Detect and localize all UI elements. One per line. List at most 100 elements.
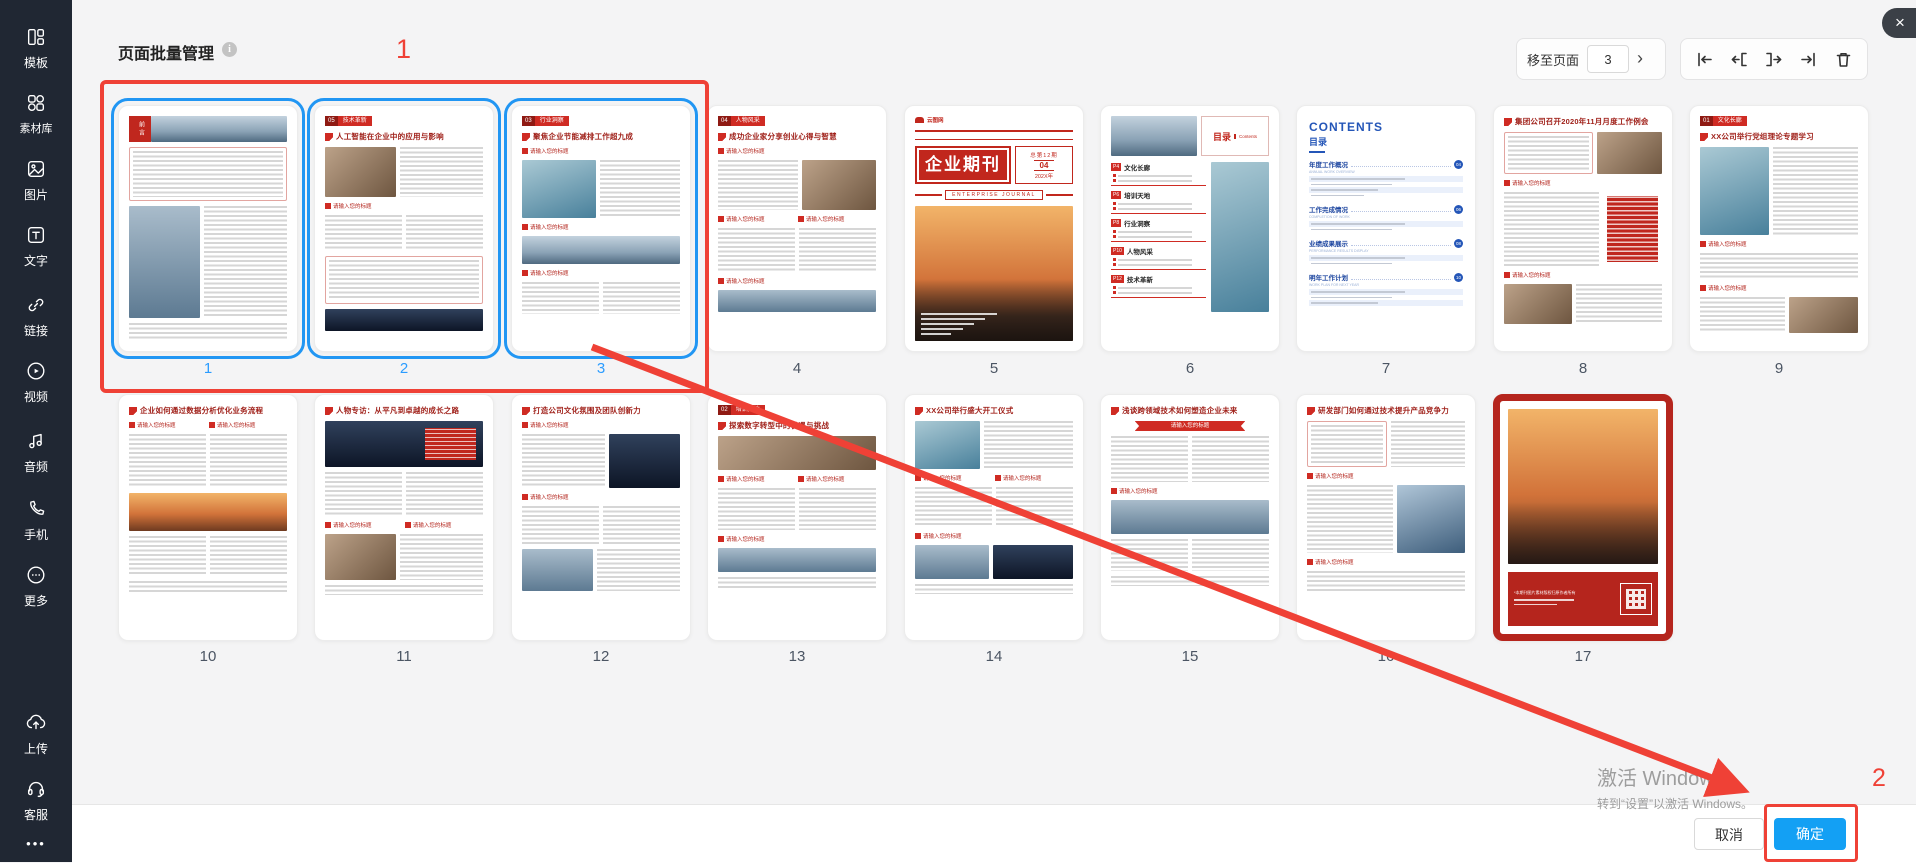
cancel-button[interactable]: 取消 [1694, 818, 1764, 850]
page-thumbnail-4[interactable]: 04人物风采成功企业家分享创业心得与智慧请输入您的标题请输入您的标题请输入您的标… [707, 105, 887, 352]
move-forward-icon [1767, 53, 1781, 65]
thumb-subheading: 请输入您的标题 [718, 475, 794, 483]
thumb-photo-overlay [325, 421, 483, 467]
thumb-text-lines [210, 434, 287, 488]
page-thumbnail-2[interactable]: 05技术革新人工智能在企业中的应用与影响请输入您的标题 [314, 105, 494, 352]
toc-item[interactable]: P4文化长廊 [1111, 162, 1206, 186]
contents-row [1309, 261, 1463, 267]
thumb-subheading: 请输入您的标题 [718, 277, 876, 285]
thumb-columns [718, 488, 876, 530]
thumb-subheading: 请输入您的标题 [522, 269, 680, 277]
subheading-icon [1307, 559, 1313, 565]
bullet [1113, 230, 1116, 233]
thumb-columns [325, 215, 483, 251]
badge-number: 02 [718, 405, 731, 415]
sidebar-item-link[interactable]: 链接 [0, 294, 72, 338]
thumb-text-lines [1111, 436, 1188, 482]
sidebar-item-phone[interactable]: 手机 [0, 498, 72, 542]
thumb-row [1307, 421, 1465, 467]
page-thumbnail-13[interactable]: 02培训天地探索数字转型中的机遇与挑战请输入您的标题请输入您的标题请输入您的标题 [707, 394, 887, 641]
sidebar-item-label: 客服 [0, 808, 72, 822]
sidebar-item-assets[interactable]: 素材库 [0, 92, 72, 136]
note-line [1514, 604, 1557, 606]
sidebar-item-image[interactable]: 图片 [0, 158, 72, 202]
thumb-photo [522, 160, 596, 218]
toc-banner: 目录Contents [1111, 116, 1269, 156]
subheading-text: 请输入您的标题 [1512, 271, 1551, 279]
confirm-button[interactable]: 确定 [1774, 818, 1846, 850]
sidebar-more-dots[interactable]: ••• [0, 836, 72, 851]
thumb-text-lines [1192, 539, 1269, 571]
video-icon [25, 360, 47, 382]
thumb-row [915, 545, 1073, 579]
page-thumbnail-9[interactable]: 01文化长廊XX公司举行党组理论专题学习请输入您的标题请输入您的标题 [1689, 105, 1869, 352]
contents-subtitle: 目录 [1309, 135, 1463, 148]
move-to-page-label: 移至页面 [1527, 50, 1579, 69]
page-thumbnail-17[interactable]: *本期刊图片素材版权归原作者所有 [1493, 394, 1673, 641]
thumb-row [718, 160, 876, 210]
subheading-text: 请输入您的标题 [530, 421, 569, 429]
toc-item[interactable]: P10人物风采 [1111, 246, 1206, 270]
sidebar-item-audio[interactable]: 音频 [0, 430, 72, 474]
sidebar-item-video[interactable]: 视频 [0, 360, 72, 404]
thumb-subheading: 请输入您的标题 [995, 474, 1071, 482]
move-to-first-button[interactable] [1691, 46, 1717, 72]
info-icon[interactable]: i [222, 42, 237, 57]
sidebar-item-upload[interactable]: 上传 [0, 712, 72, 756]
page-thumbnail-6[interactable]: 目录Contents P4文化长廊 P6培训天地 P8行业洞察 P10人物风采 P12技术… [1100, 105, 1280, 352]
subheading-icon [718, 216, 724, 222]
thumb-columns [325, 472, 483, 516]
thumb-subheading: 请输入您的标题 [405, 521, 481, 529]
subheading-icon [915, 533, 921, 539]
sidebar-item-service[interactable]: 客服 [0, 778, 72, 822]
cover-subtitle: ENTERPRISE JOURNAL [945, 190, 1043, 200]
page-number-input[interactable] [1587, 45, 1629, 73]
thumb-text-lines [603, 282, 680, 314]
sidebar-item-template[interactable]: 模板 [0, 26, 72, 70]
page-thumbnail-16[interactable]: 研发部门如何通过技术提升产品竞争力请输入您的标题请输入您的标题 [1296, 394, 1476, 641]
toc-item[interactable]: P12技术革新 [1111, 274, 1206, 298]
thumb-title: 聚焦企业节能减排工作超九成 [522, 131, 680, 142]
entry-line [1311, 178, 1405, 180]
subheading-text: 请输入您的标题 [1512, 179, 1551, 187]
delete-button[interactable] [1831, 46, 1857, 72]
subheading-icon [129, 422, 135, 428]
thumb-text-lines [406, 215, 483, 251]
thumb-row [1504, 132, 1662, 174]
close-button[interactable]: × [1882, 8, 1916, 38]
entry-line [1118, 292, 1192, 294]
page-thumbnail-7[interactable]: CONTENTS目录年度工作概况04ANNUAL WORK OVERVIEW工作… [1296, 105, 1476, 352]
doc-icon [718, 422, 726, 430]
page-thumbnail-11[interactable]: 人物专访：从平凡到卓越的成长之路请输入您的标题请输入您的标题 [314, 394, 494, 641]
page-thumbnail-10[interactable]: 企业如何通过数据分析优化业务流程请输入您的标题请输入您的标题 [118, 394, 298, 641]
subheading-text: 请输入您的标题 [530, 269, 569, 277]
move-to-last-button[interactable] [1796, 46, 1822, 72]
subheading-icon [718, 148, 724, 154]
sidebar-item-more[interactable]: 更多 [0, 564, 72, 608]
sidebar-item-text[interactable]: 文字 [0, 224, 72, 268]
move-backward-button[interactable] [1726, 46, 1752, 72]
page-thumbnail-14[interactable]: XX公司举行盛大开工仪式请输入您的标题请输入您的标题请输入您的标题 [904, 394, 1084, 641]
watermark-line1: 激活 Windows [1597, 762, 1753, 791]
badge-text: 技术革新 [338, 116, 372, 126]
thumb-photo [325, 534, 396, 580]
thumb-subheading: 请输入您的标题 [325, 202, 483, 210]
annotation-step-2: 2 [1872, 764, 1886, 793]
page-thumbnail-12[interactable]: 打造公司文化氛围及团队创新力请输入您的标题请输入您的标题 [511, 394, 691, 641]
page-thumbnail-3[interactable]: 03行业洞察聚焦企业节能减排工作超九成请输入您的标题请输入您的标题请输入您的标题 [511, 105, 691, 352]
doc-icon [1111, 407, 1119, 415]
toc-item[interactable]: P6培训天地 [1111, 190, 1206, 214]
cover-brand: 云图网 [915, 116, 1073, 124]
thumb-text-lines [329, 260, 479, 300]
move-forward-button[interactable] [1761, 46, 1787, 72]
toc-item[interactable]: P8行业洞察 [1111, 218, 1206, 242]
page-thumbnail-8[interactable]: 集团公司召开2020年11月月度工作例会请输入您的标题请输入您的标题 [1493, 105, 1673, 352]
page-thumbnail-1[interactable]: 前言 [118, 105, 298, 352]
page-thumbnail-15[interactable]: 浅谈跨领域技术如何塑造企业未来请输入您的标题请输入您的标题 [1100, 394, 1280, 641]
thumb-photo [802, 160, 876, 210]
page-thumbnail-5[interactable]: 云图网企业期刊总第12期04202X年ENTERPRISE JOURNAL [904, 105, 1084, 352]
go-to-page-button[interactable]: › [1637, 49, 1643, 69]
subheading-text: 请输入您的标题 [1315, 472, 1354, 480]
thumb-subheading: 请输入您的标题 [718, 535, 876, 543]
thumb-text-lines [1307, 485, 1393, 553]
